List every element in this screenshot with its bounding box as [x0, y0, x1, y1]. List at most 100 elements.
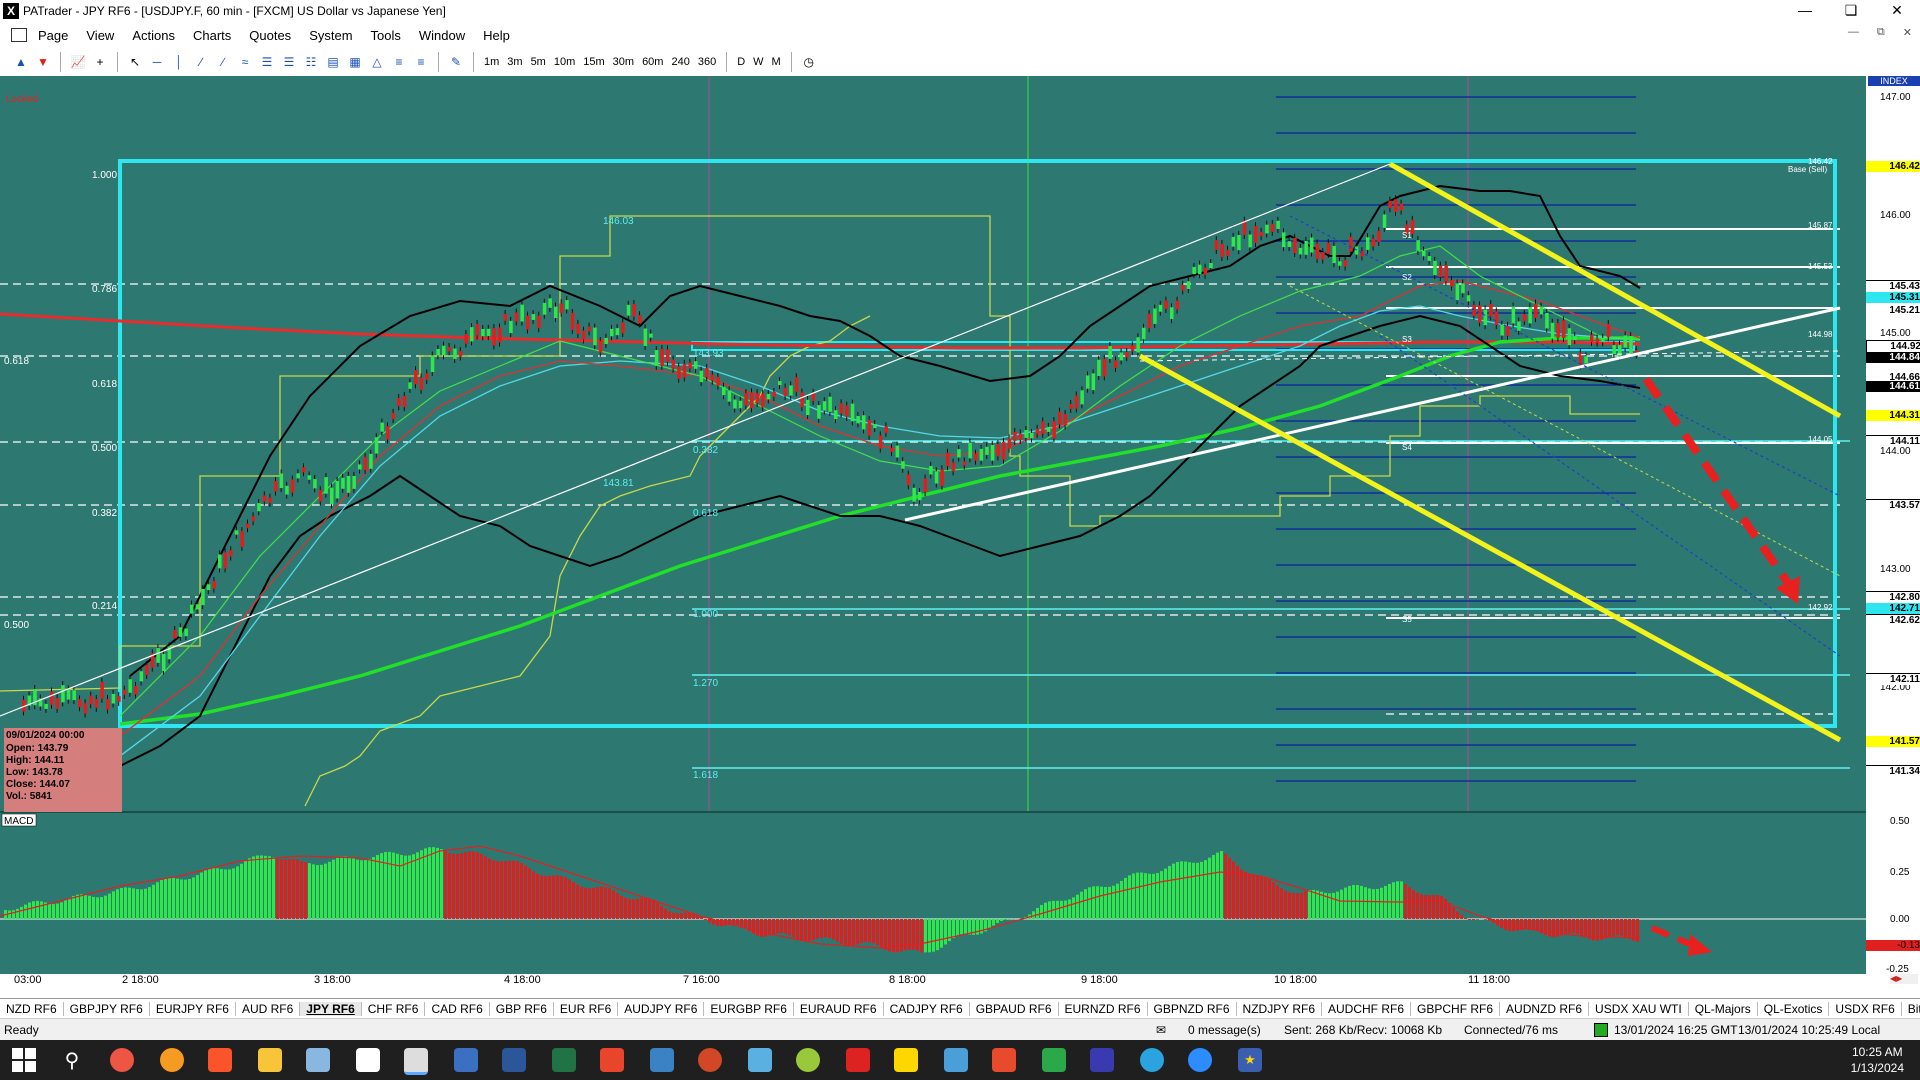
minimize-button[interactable]: — [1782, 0, 1828, 22]
zoom-icon[interactable] [1188, 1048, 1212, 1072]
price-chart-svg[interactable]: 1.000 0.786 0.618 0.618 0.500 0.382 0.21… [0, 76, 1866, 986]
channel-icon[interactable]: ∕ [214, 53, 232, 71]
mdi-close-button[interactable]: ✕ [1903, 26, 1912, 39]
symbol-tab[interactable]: CHF RF6 [362, 1002, 426, 1016]
symbol-tab[interactable]: EUR RF6 [554, 1002, 619, 1016]
maximize-button[interactable]: ❏ [1828, 0, 1874, 22]
hline-icon[interactable]: ─ [148, 53, 166, 71]
word-icon[interactable] [502, 1048, 526, 1072]
screenshot-app-icon[interactable] [748, 1048, 772, 1072]
fib-time-icon[interactable]: ☷ [302, 53, 320, 71]
powerpoint-icon[interactable] [698, 1048, 722, 1072]
mail-icon[interactable]: ✉ [1156, 1023, 1166, 1037]
fib-retracement-icon[interactable]: ☰ [258, 53, 276, 71]
scroll-controls[interactable]: ◀▶ [1890, 974, 1918, 984]
symbol-tab[interactable]: USDX RF6 [1829, 1002, 1902, 1016]
ic-app-icon[interactable] [356, 1048, 380, 1072]
s-blue-app-icon[interactable] [650, 1048, 674, 1072]
symbol-tab[interactable]: JPY RF6 [300, 1002, 362, 1016]
symbol-tab[interactable]: AUD RF6 [236, 1002, 301, 1016]
remote-desktop-icon[interactable] [944, 1048, 968, 1072]
c-red-app-icon[interactable] [992, 1048, 1016, 1072]
tf-240[interactable]: 240 [671, 56, 689, 68]
tf-5m[interactable]: 5m [531, 56, 546, 68]
symbol-tab[interactable]: EURJPY RF6 [150, 1002, 236, 1016]
menu-help[interactable]: Help [474, 28, 519, 43]
menu-view[interactable]: View [77, 28, 123, 43]
symbol-tab[interactable]: GBPAUD RF6 [970, 1002, 1059, 1016]
menu-quotes[interactable]: Quotes [240, 28, 300, 43]
chrome-icon[interactable] [110, 1048, 134, 1072]
menu-actions[interactable]: Actions [123, 28, 184, 43]
calculator-icon[interactable] [454, 1048, 478, 1072]
telegram-icon[interactable] [1140, 1048, 1164, 1072]
excel-icon[interactable] [552, 1048, 576, 1072]
symbol-tab[interactable]: Bitcoin [1902, 1002, 1920, 1016]
triangle-icon[interactable]: △ [368, 53, 386, 71]
symbol-tab[interactable]: EURNZD RF6 [1059, 1002, 1148, 1016]
symbol-tab[interactable]: USDX XAU WTI [1589, 1002, 1689, 1016]
symbol-tab[interactable]: EURAUD RF6 [794, 1002, 884, 1016]
menu-page[interactable]: Page [29, 28, 77, 43]
file-explorer-icon[interactable] [258, 1048, 282, 1072]
sell-arrow-icon[interactable]: ▼ [34, 53, 52, 71]
windows-start-icon[interactable] [12, 1048, 36, 1072]
text-tool-icon[interactable]: ≡ [390, 53, 408, 71]
symbol-tab[interactable]: CAD RF6 [425, 1002, 490, 1016]
menu-system[interactable]: System [300, 28, 361, 43]
price-axis[interactable]: INDEX 147.00 146.00 145.00 144.00 143.00… [1866, 76, 1920, 986]
symbol-tab[interactable]: GBPJPY RF6 [64, 1002, 150, 1016]
tf-d[interactable]: D [737, 56, 745, 68]
symbol-tab[interactable]: QL-Exotics [1758, 1002, 1830, 1016]
tf-w[interactable]: W [753, 56, 763, 68]
vline-icon[interactable]: │ [170, 53, 188, 71]
s-red-app-icon[interactable] [600, 1048, 624, 1072]
tf-30m[interactable]: 30m [613, 56, 634, 68]
c-green-app-icon[interactable] [1042, 1048, 1066, 1072]
symbol-tab[interactable]: QL-Majors [1689, 1002, 1758, 1016]
tf-3m[interactable]: 3m [507, 56, 522, 68]
andrews-pitchfork-icon[interactable]: ▦ [346, 53, 364, 71]
close-button[interactable]: ✕ [1874, 0, 1920, 22]
ninjatrader-icon[interactable] [796, 1048, 820, 1072]
clock-icon[interactable]: ◷ [800, 53, 818, 71]
notepad-icon[interactable] [306, 1048, 330, 1072]
red-wing-app-icon[interactable] [846, 1048, 870, 1072]
gann-icon[interactable]: ▤ [324, 53, 342, 71]
search-icon[interactable]: ⚲ [60, 1048, 84, 1072]
fib-extension-icon[interactable]: ☰ [280, 53, 298, 71]
symbol-tab[interactable]: NZD RF6 [0, 1002, 64, 1016]
tf-360[interactable]: 360 [698, 56, 716, 68]
chart-icon[interactable]: 📈 [69, 53, 87, 71]
system-clock[interactable]: 10:25 AM 1/13/2024 [1851, 1044, 1904, 1076]
buy-arrow-icon[interactable]: ▲ [12, 53, 30, 71]
pen-icon[interactable]: ✎ [447, 53, 465, 71]
cursor-icon[interactable]: ↖ [126, 53, 144, 71]
symbol-tab[interactable]: GBPCHF RF6 [1411, 1002, 1501, 1016]
trendline-icon[interactable]: ∕ [192, 53, 210, 71]
status-messages[interactable]: 0 message(s) [1188, 1023, 1261, 1037]
star-app-icon[interactable]: ★ [1238, 1048, 1262, 1072]
sticky-notes-icon[interactable] [894, 1048, 918, 1072]
mdi-restore-button[interactable]: ⧉ [1877, 26, 1885, 39]
symbol-tab[interactable]: NZDJPY RF6 [1237, 1002, 1322, 1016]
tf-10m[interactable]: 10m [554, 56, 575, 68]
mdi-minimize-button[interactable]: — [1848, 26, 1859, 39]
tf-m[interactable]: M [772, 56, 781, 68]
patrader-icon[interactable] [404, 1048, 428, 1075]
menu-tools[interactable]: Tools [362, 28, 410, 43]
symbol-tab[interactable]: GBPNZD RF6 [1148, 1002, 1237, 1016]
symbol-tab[interactable]: GBP RF6 [490, 1002, 554, 1016]
symbol-tab[interactable]: CADJPY RF6 [884, 1002, 970, 1016]
symbol-tab[interactable]: AUDCHF RF6 [1322, 1002, 1412, 1016]
levels-icon[interactable]: ≡ [412, 53, 430, 71]
symbol-tab[interactable]: EURGBP RF6 [704, 1002, 794, 1016]
chart-canvas[interactable]: 1.000 0.786 0.618 0.618 0.500 0.382 0.21… [0, 76, 1920, 986]
tf-15m[interactable]: 15m [583, 56, 604, 68]
tf-60m[interactable]: 60m [642, 56, 663, 68]
brave-icon[interactable] [208, 1048, 232, 1072]
menu-window[interactable]: Window [410, 28, 474, 43]
crosshair-icon[interactable]: + [91, 53, 109, 71]
symbol-tab[interactable]: AUDJPY RF6 [618, 1002, 705, 1016]
fib-fan-icon[interactable]: ≈ [236, 53, 254, 71]
